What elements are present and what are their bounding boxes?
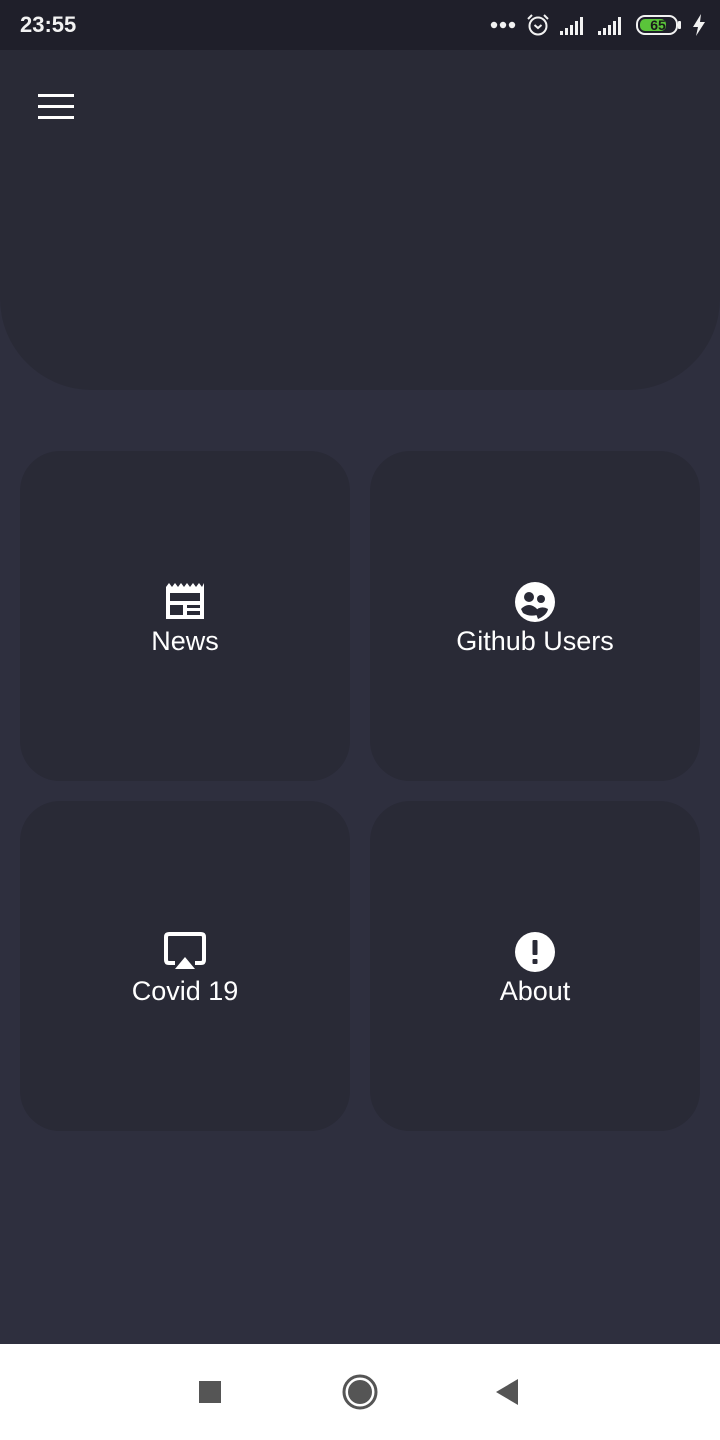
signal-icon	[560, 15, 588, 35]
tile-label: Github Users	[456, 626, 614, 656]
recents-square-icon[interactable]	[185, 1369, 235, 1415]
more-dots-icon	[490, 21, 516, 29]
back-triangle-icon[interactable]	[482, 1369, 532, 1415]
home-circle-icon[interactable]	[335, 1369, 385, 1415]
header-card	[0, 50, 720, 390]
airplay-icon	[164, 932, 206, 969]
system-nav-bar	[0, 1344, 720, 1440]
hamburger-menu-icon[interactable]	[30, 86, 82, 126]
tile-label: Covid 19	[131, 976, 239, 1006]
status-time: 23:55	[20, 12, 77, 37]
tile-label: News	[151, 626, 219, 656]
signal-icon	[598, 15, 626, 35]
about-tile[interactable]: About	[370, 801, 700, 1131]
tile-label: About	[499, 976, 571, 1006]
newspaper-icon	[166, 583, 204, 619]
battery-level: 65	[650, 17, 666, 33]
github-users-tile[interactable]: Github Users	[370, 451, 700, 781]
battery-icon: 65	[636, 15, 682, 35]
covid-19-tile[interactable]: Covid 19	[20, 801, 350, 1131]
news-tile[interactable]: News	[20, 451, 350, 781]
status-bar: 23:55 65	[0, 0, 720, 50]
info-exclamation-icon	[515, 932, 555, 972]
users-icon	[515, 582, 555, 622]
charging-bolt-icon	[692, 14, 706, 36]
status-icons: 65	[490, 12, 706, 38]
alarm-icon	[526, 13, 550, 37]
